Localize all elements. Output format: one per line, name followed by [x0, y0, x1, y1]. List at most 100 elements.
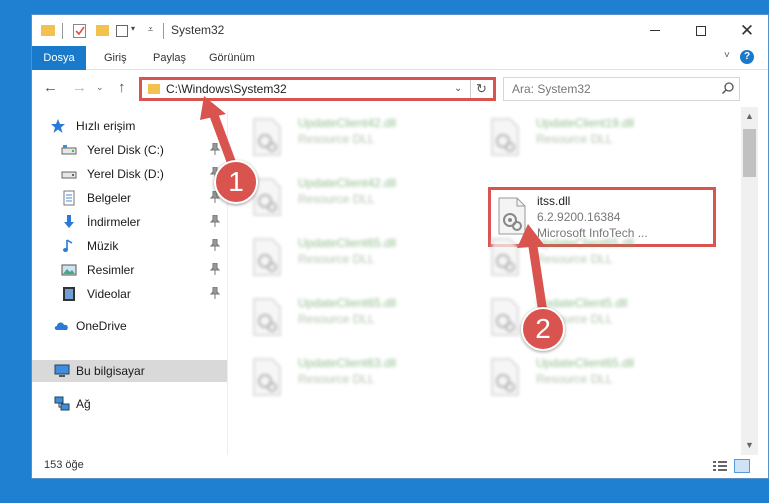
sidebar-item-pictures[interactable]: Resimler: [32, 259, 227, 281]
dll-file-icon: [253, 118, 281, 156]
sidebar-item-local-disk-c[interactable]: Yerel Disk (C:): [32, 139, 227, 161]
refresh-icon[interactable]: ↻: [476, 81, 487, 97]
pin-icon[interactable]: [210, 143, 220, 155]
chevron-down-icon[interactable]: ▾: [131, 24, 135, 40]
file-description: Resource DLL: [298, 312, 375, 326]
file-name: UpdateClient42.dll: [298, 176, 397, 190]
search-box[interactable]: [503, 77, 740, 101]
navigation-pane: Hızlı erişim Yerel Disk (C:) Yerel Disk …: [32, 111, 227, 456]
file-list: UpdateClient42.dll Resource DLL UpdateCl…: [230, 107, 740, 455]
tab-share[interactable]: Paylaş: [153, 46, 186, 70]
minimize-button[interactable]: [632, 15, 678, 46]
drive-icon: [61, 145, 77, 155]
maximize-button[interactable]: [678, 15, 724, 46]
pin-icon[interactable]: [210, 263, 220, 275]
file-description: Resource DLL: [298, 192, 375, 206]
computer-icon: [54, 364, 70, 377]
annotation-badge-2: 2: [521, 307, 565, 351]
forward-arrow-icon[interactable]: →: [72, 79, 87, 96]
sidebar-item-videos[interactable]: Videolar: [32, 283, 227, 305]
back-arrow-icon[interactable]: ←: [43, 79, 58, 96]
chevron-down-icon[interactable]: ⌄: [454, 83, 462, 94]
file-name: UpdateClient65.dll: [536, 356, 635, 370]
file-tile[interactable]: UpdateClient65.dll Resource DLL: [230, 287, 450, 339]
pictures-icon: [61, 264, 77, 276]
music-icon: [63, 239, 73, 252]
file-tile[interactable]: UpdateClient65.dll Resource DLL: [468, 227, 688, 279]
file-tile[interactable]: UpdateClient63.dll Resource DLL: [230, 347, 450, 399]
ribbon: Dosya Giriş Paylaş Görünüm ˅ ?: [32, 46, 768, 70]
drive-icon: [61, 171, 77, 179]
dll-file-icon: [491, 298, 519, 336]
customize-toolbar-icon[interactable]: ⩡: [148, 24, 153, 40]
file-name: itss.dll: [537, 194, 571, 208]
status-bar: 153 öğe: [32, 455, 768, 478]
maximize-icon: [696, 25, 706, 36]
dll-file-icon: [253, 238, 281, 276]
address-separator: [470, 80, 471, 98]
documents-icon: [63, 190, 75, 206]
toolbar-separator: [163, 23, 164, 39]
sidebar-item-quick-access[interactable]: Hızlı erişim: [32, 115, 227, 137]
sidebar-item-label: İndirmeler: [87, 215, 141, 229]
minimize-icon: [650, 30, 660, 31]
tab-home[interactable]: Giriş: [104, 46, 127, 70]
sidebar-item-music[interactable]: Müzik: [32, 235, 227, 257]
pin-icon[interactable]: [210, 215, 220, 227]
file-tile[interactable]: UpdateClient65.dll Resource DLL: [230, 227, 450, 279]
sidebar-item-downloads[interactable]: İndirmeler: [32, 211, 227, 233]
sidebar-item-label: Hızlı erişim: [76, 119, 136, 133]
address-bar[interactable]: C:\Windows\System32 ⌄ ↻: [139, 77, 496, 101]
file-description: Resource DLL: [298, 132, 375, 146]
new-folder-icon[interactable]: [96, 25, 109, 36]
sidebar-item-this-pc[interactable]: Bu bilgisayar: [32, 360, 227, 382]
network-icon: [54, 396, 70, 411]
sidebar-item-documents[interactable]: Belgeler: [32, 187, 227, 209]
sidebar-item-local-disk-d[interactable]: Yerel Disk (D:): [32, 163, 227, 185]
item-count: 153 öğe: [44, 459, 84, 471]
file-name: UpdateClient65.dll: [298, 236, 397, 250]
view-options-icon[interactable]: [116, 25, 128, 37]
navigation-bar: ← → ⌄ ↑ C:\Windows\System32 ⌄ ↻: [32, 71, 768, 107]
file-description: Resource DLL: [536, 132, 613, 146]
pin-icon[interactable]: [210, 287, 220, 299]
up-arrow-icon[interactable]: ↑: [118, 79, 126, 96]
expand-ribbon-icon[interactable]: ˅: [724, 50, 730, 61]
tiles-view-icon[interactable]: [734, 459, 750, 473]
file-tile[interactable]: UpdateClient42.dll Resource DLL: [230, 107, 450, 159]
vertical-scrollbar[interactable]: ▲ ▼: [741, 107, 758, 455]
file-name: UpdateClient65.dll: [298, 296, 397, 310]
file-name: UpdateClient42.dll: [298, 116, 397, 130]
sidebar-item-onedrive[interactable]: OneDrive: [32, 315, 227, 337]
tab-view[interactable]: Görünüm: [209, 46, 255, 70]
toolbar-separator: [62, 23, 63, 39]
file-tile[interactable]: UpdateClient19.dll Resource DLL: [468, 107, 688, 159]
file-tile[interactable]: UpdateClient65.dll Resource DLL: [468, 347, 688, 399]
file-tile[interactable]: UpdateClient5.dll Resource DLL: [468, 287, 688, 339]
scroll-up-icon[interactable]: ▲: [745, 111, 754, 121]
close-button[interactable]: ✕: [724, 15, 768, 46]
dll-file-icon: [491, 358, 519, 396]
cloud-icon: [54, 322, 68, 330]
address-path[interactable]: C:\Windows\System32: [166, 82, 287, 96]
scroll-down-icon[interactable]: ▼: [745, 440, 754, 450]
annotation-badge-1: 1: [214, 160, 258, 204]
pin-icon[interactable]: [210, 239, 220, 251]
tab-file[interactable]: Dosya: [32, 46, 86, 70]
file-tile[interactable]: UpdateClient42.dll Resource DLL: [230, 167, 450, 219]
file-name: UpdateClient19.dll: [536, 116, 635, 130]
properties-check-icon[interactable]: [73, 24, 86, 38]
folder-icon: [148, 84, 160, 94]
details-view-icon[interactable]: [712, 459, 728, 473]
help-icon[interactable]: ?: [740, 50, 754, 64]
sidebar-item-label: Yerel Disk (D:): [87, 167, 164, 181]
search-icon[interactable]: [721, 81, 735, 95]
sidebar-item-label: OneDrive: [76, 319, 127, 333]
file-description: Resource DLL: [298, 252, 375, 266]
file-name: UpdateClient63.dll: [298, 356, 397, 370]
videos-icon: [63, 287, 75, 301]
search-input[interactable]: [512, 82, 712, 96]
scroll-thumb[interactable]: [743, 129, 756, 177]
recent-locations-icon[interactable]: ⌄: [96, 82, 104, 93]
sidebar-item-network[interactable]: Ağ: [32, 393, 227, 415]
